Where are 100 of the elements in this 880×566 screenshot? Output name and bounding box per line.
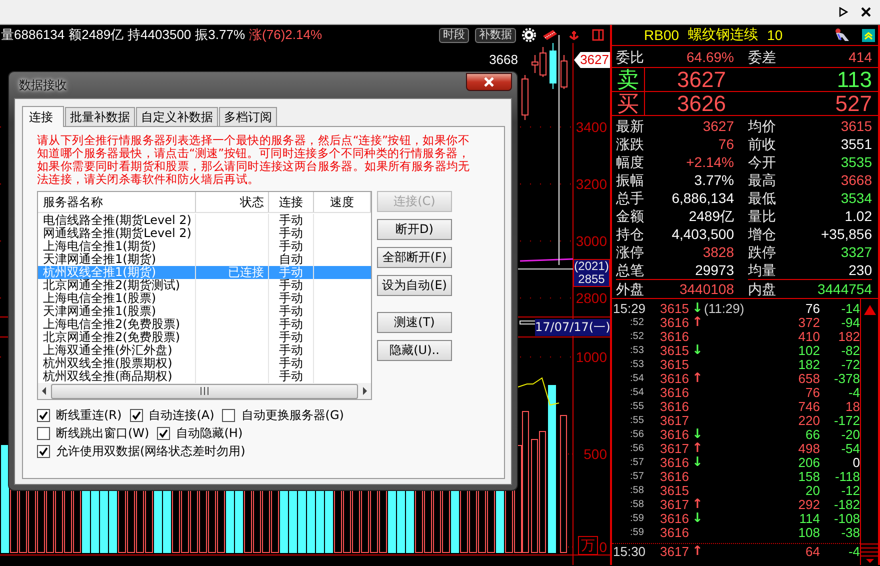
gear-icon[interactable] — [522, 28, 536, 42]
tab[interactable]: 多档订阅 — [219, 107, 277, 126]
list-row[interactable]: 上海电信全推1(股票) 手动 — [38, 292, 371, 305]
tick-volume: 66 — [804, 427, 820, 442]
tick-time: :53 — [629, 345, 645, 356]
tick-time: :52 — [629, 331, 645, 342]
tick-arrow: ↓ — [692, 428, 704, 442]
tick-price: 3616 — [660, 427, 690, 442]
list-row[interactable]: 北京网通全推2(期货测试) 手动 — [38, 279, 371, 292]
tab[interactable]: 批量补数据 — [65, 107, 135, 126]
axis-label: 500 — [584, 446, 607, 462]
table-cell: 上海电信全推2(免费股票) — [38, 318, 196, 331]
table-cell: 手动 — [269, 214, 314, 227]
list-row[interactable]: 网通线路全推(期货Level 2) 手动 — [38, 227, 371, 240]
tick-price: 3617 — [660, 497, 690, 512]
column-header[interactable]: 服务器名称 — [38, 192, 196, 212]
tick-volume: 372 — [797, 315, 820, 330]
candlestick — [522, 74, 528, 120]
table-cell: 上海电信全推1(期货) — [38, 240, 196, 253]
table-cell: 手动 — [269, 331, 314, 344]
close-icon[interactable] — [861, 7, 871, 17]
checkbox[interactable] — [37, 408, 50, 422]
column-header[interactable]: 状态 — [196, 192, 269, 212]
tick-time: :58 — [629, 485, 645, 496]
double-up-icon[interactable] — [862, 28, 875, 42]
dialog-button[interactable]: 设为自动(E) — [377, 275, 452, 296]
tick-change: 0 — [852, 455, 860, 470]
vertical-scrollbar[interactable] — [860, 299, 878, 565]
stat-label: 外盘 — [616, 279, 660, 298]
column-header[interactable]: 速度 — [314, 192, 371, 212]
table-cell: 已连接 — [196, 266, 269, 279]
tick-change: 182 — [837, 329, 860, 344]
toolbar-button[interactable]: 时段 — [439, 28, 469, 42]
table-cell: 手动 — [269, 305, 314, 318]
list-row[interactable]: 上海电信全推2(免费股票) 手动 — [38, 318, 371, 331]
tick-price: 3616 — [660, 525, 690, 540]
checkbox[interactable] — [157, 426, 170, 440]
tick-arrow: ↑ — [692, 498, 704, 512]
tick-arrow: ↑ — [692, 442, 704, 456]
dialog-button[interactable]: 全部断开(F) — [377, 247, 452, 268]
list-row[interactable]: 杭州双线全推(股票期权) 手动 — [38, 357, 371, 370]
unit-label: 万 — [578, 536, 598, 555]
right-arrow-icon[interactable] — [362, 387, 368, 395]
list-row[interactable]: 电信线路全推(期货Level 2) 手动 — [38, 214, 371, 227]
up-triangle-icon[interactable] — [862, 304, 876, 316]
table-cell: 网通线路全推(期货Level 2) — [38, 227, 196, 240]
list-row[interactable]: 北京网通全推2(免费股票) 手动 — [38, 331, 371, 344]
stat-label: 前收 — [748, 135, 777, 153]
tick-volume: 220 — [797, 413, 820, 428]
anchor-icon[interactable] — [568, 29, 580, 41]
list-row[interactable]: 上海电信全推1(期货) 手动 — [38, 240, 371, 253]
close-button[interactable] — [466, 73, 512, 91]
checkbox-label: 允许使用双数据(网络状态差时勿用) — [56, 443, 246, 459]
tick-arrow: ↓ — [692, 512, 704, 526]
list-row[interactable]: 天津网通全推1(股票) 手动 — [38, 305, 371, 318]
tick-change: -94 — [840, 315, 860, 330]
stat-label: 委差 — [748, 48, 777, 66]
checkbox[interactable] — [37, 444, 50, 458]
scroll-grip-icon[interactable] — [860, 542, 878, 564]
dialog-button[interactable]: 断开D) — [377, 219, 452, 240]
stat-label: 涨停 — [616, 243, 645, 261]
stat-value: 76 — [717, 135, 734, 153]
checkbox-label: 自动更换服务器(G) — [241, 407, 344, 423]
list-row[interactable]: 上海双通全推(外汇外盘) 手动 — [38, 344, 371, 357]
contract-code: RB00 — [644, 27, 680, 43]
stat-value: 3551 — [840, 135, 872, 153]
tick-change: -82 — [840, 343, 860, 358]
tick-price: 3616 — [660, 511, 690, 526]
table-cell: 上海电信全推1(股票) — [38, 292, 196, 305]
checkbox-label: 自动隐藏(H) — [176, 425, 243, 441]
stat-value: 3440108 — [660, 279, 734, 298]
tab[interactable]: 自定义补数据 — [136, 107, 218, 126]
tick-change: -38 — [840, 525, 860, 540]
panel-icon[interactable] — [592, 29, 604, 41]
dialog-button[interactable]: 隐藏(U).. — [377, 340, 452, 361]
stat-value: 3615 — [840, 117, 872, 135]
quote-text: 涨(76)2.14% — [249, 26, 322, 44]
stat-value: 29973 — [694, 261, 734, 279]
quote-text: 振3.77% — [195, 26, 246, 44]
tick-time: :57 — [629, 471, 645, 482]
chip-icon[interactable] — [542, 29, 558, 41]
checkbox[interactable] — [222, 408, 236, 422]
play-icon[interactable] — [839, 7, 848, 17]
stat-value: +35,856 — [820, 225, 872, 243]
tick-price: 3615 — [660, 357, 690, 372]
order-volume: 113 — [836, 66, 873, 92]
dialog-button[interactable]: 测速(T) — [377, 312, 452, 333]
left-arrow-icon[interactable] — [41, 387, 47, 395]
stat-label: 最新 — [616, 117, 645, 135]
table-cell: 电信线路全推(期货Level 2) — [38, 214, 196, 227]
indicator-line — [520, 258, 574, 262]
tab[interactable]: 连接 — [22, 106, 64, 127]
figure-icon[interactable] — [834, 28, 850, 42]
stat-value: 1.02 — [844, 207, 872, 225]
checkbox[interactable] — [37, 426, 50, 440]
column-header[interactable]: 连接 — [269, 192, 314, 212]
tick-volume: 658 — [797, 371, 820, 386]
toolbar-button[interactable]: 补数据 — [475, 28, 516, 42]
stat-value: +2.14% — [685, 153, 734, 171]
checkbox[interactable] — [130, 408, 143, 422]
